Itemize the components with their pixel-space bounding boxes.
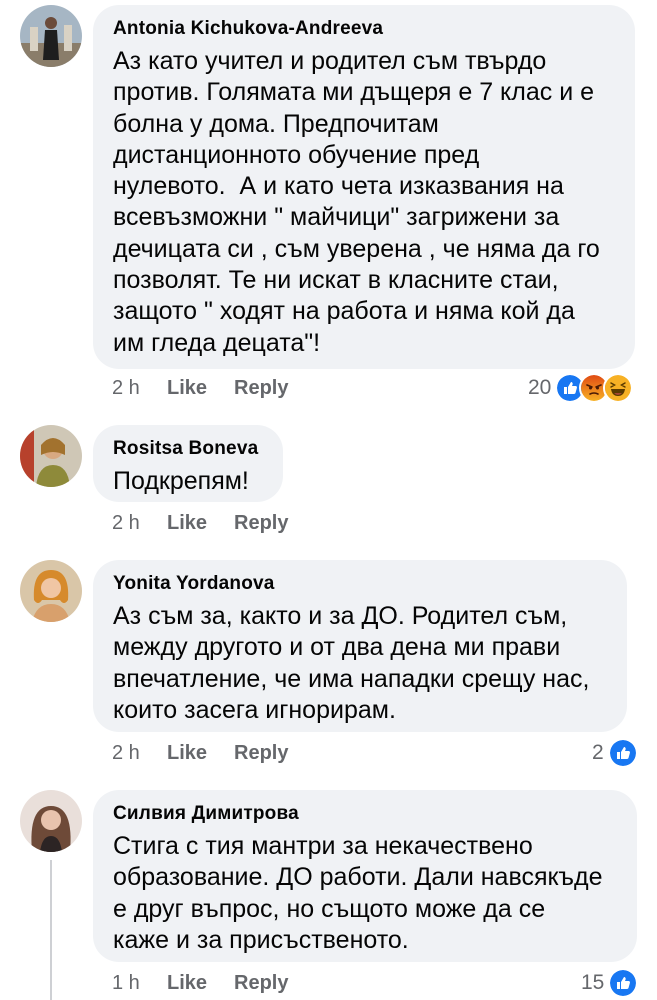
reaction-count: 2 [592, 741, 604, 764]
like-icon [607, 738, 638, 768]
reply-button[interactable]: Reply [234, 968, 288, 998]
comment-bubble: Силвия Димитрова Стига с тия мантри за н… [93, 790, 637, 962]
like-button[interactable]: Like [167, 738, 207, 768]
comment-text: Аз съм за, както и за ДО. Родител съм, м… [113, 602, 590, 724]
haha-icon [603, 373, 634, 403]
like-button[interactable]: Like [167, 508, 207, 538]
reply-thread-line [50, 860, 52, 1000]
comment-text: Аз като учител и родител съм твърдо прот… [113, 47, 600, 357]
comment-author[interactable]: Antonia Kichukova-Andreeva [113, 17, 615, 41]
like-button[interactable]: Like [167, 968, 207, 998]
avatar[interactable] [20, 5, 82, 67]
timestamp[interactable]: 2 h [112, 508, 140, 538]
reply-button[interactable]: Reply [234, 738, 288, 768]
reply-button[interactable]: Reply [234, 373, 288, 403]
reaction-summary[interactable]: 20 [528, 373, 634, 403]
reaction-summary[interactable]: 15 [581, 968, 639, 998]
comment-author[interactable]: Yonita Yordanova [113, 572, 607, 596]
comment-author[interactable]: Силвия Димитрова [113, 802, 617, 826]
like-button[interactable]: Like [167, 373, 207, 403]
comment-bubble: Yonita Yordanova Аз съм за, както и за Д… [93, 560, 627, 732]
reaction-summary[interactable]: 2 [592, 738, 638, 768]
timestamp[interactable]: 1 h [112, 968, 140, 998]
reaction-count: 15 [581, 971, 605, 994]
comment-author[interactable]: Rositsa Boneva [113, 437, 263, 461]
comment-text: Стига с тия мантри за некачествено образ… [113, 832, 603, 954]
like-icon [608, 968, 639, 998]
timestamp[interactable]: 2 h [112, 373, 140, 403]
timestamp[interactable]: 2 h [112, 738, 140, 768]
reply-button[interactable]: Reply [234, 508, 288, 538]
avatar[interactable] [20, 560, 82, 622]
reaction-count: 20 [528, 376, 552, 399]
comment-bubble: Antonia Kichukova-Andreeva Аз като учите… [93, 5, 635, 369]
avatar[interactable] [20, 425, 82, 487]
comment-text: Подкрепям! [113, 467, 249, 495]
comment-bubble: Rositsa Boneva Подкрепям! [93, 425, 283, 502]
avatar[interactable] [20, 790, 82, 852]
